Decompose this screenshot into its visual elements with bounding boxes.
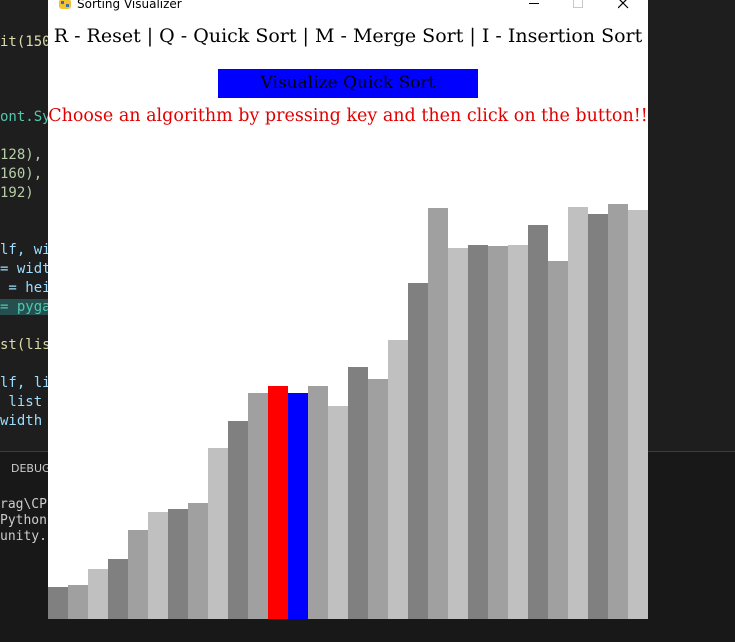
array-bar [248,393,268,619]
code-text: ont.Sy [0,109,51,125]
array-bar [328,406,348,619]
code-text: lf, wi [0,242,51,258]
title-bar[interactable]: Sorting Visualizer [48,0,648,12]
array-bar [548,261,568,619]
array-bar [608,204,628,619]
pygame-snake-icon [59,0,71,9]
code-line: 160), [0,166,42,182]
visualizer-canvas[interactable]: R - Reset | Q - Quick Sort | M - Merge S… [48,12,648,619]
code-line: 192) [0,185,34,201]
array-bar [428,208,448,619]
array-bar [148,512,168,619]
code-line: = pyga [0,299,51,315]
code-text: = pyga [0,299,51,315]
array-bar [488,246,508,619]
array-bar [308,386,328,619]
sorting-visualizer-window: Sorting Visualizer R - Reset | Q - Quick… [48,0,648,619]
array-bar [288,393,308,619]
code-line: list [0,394,42,410]
code-text: st(lis [0,337,51,353]
array-bar [368,379,388,619]
array-bar [448,248,468,619]
code-text: = hei [0,280,51,296]
array-bar [268,386,288,619]
code-line: it(150 [0,34,51,50]
code-text: = widt [0,261,51,277]
code-line: lf, wi [0,242,51,258]
status-message: Choose an algorithm by pressing key and … [48,106,648,126]
visualize-button[interactable]: Visualize Quick Sort [218,69,478,98]
code-line: ont.Sy [0,109,51,125]
code-text: lf, li [0,375,51,391]
array-bar [568,207,588,619]
array-bar [468,245,488,619]
array-bar [128,530,148,619]
bars-area [48,12,648,619]
code-line: = hei [0,280,51,296]
code-line: lf, li [0,375,51,391]
array-bar [188,503,208,619]
array-bar [388,340,408,619]
maximize-button[interactable] [563,0,593,10]
code-line: width [0,413,42,429]
code-text: it(150 [0,34,51,50]
code-line: = widt [0,261,51,277]
key-instructions: R - Reset | Q - Quick Sort | M - Merge S… [53,25,643,47]
window-title: Sorting Visualizer [77,0,182,11]
code-line: st(lis [0,337,51,353]
editor-right-area [648,0,735,451]
terminal-line: Python [0,513,47,528]
close-button[interactable] [608,0,638,10]
code-text: 160), [0,166,43,182]
array-bar [508,245,528,619]
array-bar [68,585,88,619]
code-line: 128), [0,147,42,163]
maximize-icon [573,0,583,8]
array-bar [48,587,68,619]
array-bar [408,283,428,619]
array-bar [108,559,128,619]
code-text: 192) [0,185,34,201]
array-bar [88,569,108,619]
array-bar [588,214,608,619]
minimize-button[interactable] [519,0,549,10]
array-bar [168,509,188,619]
close-icon [618,0,629,9]
terminal-line: rag\CP [0,497,47,512]
code-text: 128), [0,147,43,163]
array-bar [228,421,248,619]
code-text: list [0,394,43,410]
minimize-icon [529,3,539,4]
tab-debug[interactable]: DEBUG [11,462,51,475]
array-bar [528,225,548,619]
array-bar [208,448,228,619]
terminal-line: unity. [0,529,47,544]
code-text: width [0,413,43,429]
array-bar [628,210,648,619]
array-bar [348,367,368,619]
